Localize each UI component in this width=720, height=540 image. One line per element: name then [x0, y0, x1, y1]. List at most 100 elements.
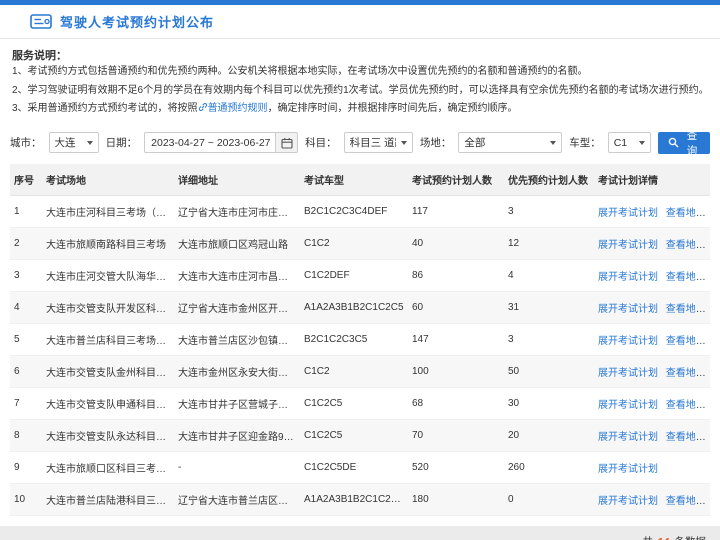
table-row: 10 大连市普兰店陆港科目三考场... 辽宁省大连市普兰店区皮口街... A1A…	[10, 483, 710, 516]
venue-cell: 大连市庄河交管大队海华科目...	[42, 259, 174, 292]
plan-count-cell: 86	[408, 259, 504, 292]
city-select[interactable]: 大连	[48, 132, 99, 153]
subject-select[interactable]: 科目三 道路	[343, 132, 413, 153]
chevron-down-icon	[638, 140, 645, 145]
col-header-car-type: 考试车型	[300, 163, 408, 196]
expand-exam-plan-link[interactable]: 展开考试计划	[598, 304, 658, 315]
priority-count-cell: 3	[504, 195, 594, 228]
plan-detail-cell: 展开考试计划 查看地图	[594, 323, 710, 356]
view-map-link[interactable]: 查看地图	[666, 336, 706, 347]
row-index: 8	[10, 419, 42, 452]
priority-count-cell: 30	[504, 387, 594, 420]
car-type-cell: A1A2A3B1B2C1C2C5	[300, 291, 408, 324]
venue-select[interactable]: 全部	[458, 132, 563, 153]
table-row: 2 大连市旅顺南路科目三考场 大连市旅顺口区鸡冠山路 C1C2 40 12 展开…	[10, 227, 710, 260]
table-row: 8 大连市交管支队永达科目三考... 大连市甘井子区迎金路99号 C1C2C5 …	[10, 419, 710, 452]
exam-plan-icon	[30, 13, 52, 30]
venue-cell: 大连市交管支队金州科目三考...	[42, 355, 174, 388]
row-index: 1	[10, 195, 42, 228]
expand-exam-plan-link[interactable]: 展开考试计划	[598, 336, 658, 347]
expand-exam-plan-link[interactable]: 展开考试计划	[598, 368, 658, 379]
priority-count-cell: 0	[504, 483, 594, 516]
calendar-button[interactable]	[276, 132, 299, 153]
col-header-no: 序号	[10, 163, 42, 196]
plan-count-cell: 68	[408, 387, 504, 420]
chevron-down-icon	[400, 140, 407, 145]
calendar-icon	[281, 137, 293, 149]
car-type-cell: C1C2C5	[300, 387, 408, 420]
expand-exam-plan-link[interactable]: 展开考试计划	[598, 464, 658, 475]
table-row: 7 大连市交管支队申通科目三考... 大连市甘井子区营城子镇营升... C1C2…	[10, 387, 710, 420]
service-notice: 服务说明： 1、考试预约方式包括普通预约和优先预约两种。公安机关将根据本地实际，…	[0, 39, 720, 124]
chevron-down-icon	[86, 140, 93, 145]
row-index: 3	[10, 259, 42, 292]
row-index: 6	[10, 355, 42, 388]
address-cell: 大连市金州区永安大街（金州...	[174, 355, 300, 388]
table-row: 5 大连市普兰店科目三考场（三... 大连市普兰店区沙包镇金海滩... B2C1…	[10, 323, 710, 356]
expand-exam-plan-link[interactable]: 展开考试计划	[598, 496, 658, 507]
plan-count-cell: 180	[408, 483, 504, 516]
view-map-link[interactable]: 查看地图	[666, 304, 706, 315]
plan-detail-cell: 展开考试计划 查看地图	[594, 483, 710, 516]
venue-cell: 大连市交管支队永达科目三考...	[42, 419, 174, 452]
expand-exam-plan-link[interactable]: 展开考试计划	[598, 400, 658, 411]
expand-exam-plan-link[interactable]: 展开考试计划	[598, 240, 658, 251]
plan-count-cell: 117	[408, 195, 504, 228]
car-type-cell: C1C2	[300, 227, 408, 260]
notice-line-1: 1、考试预约方式包括普通预约和优先预约两种。公安机关将根据本地实际，在考试场次中…	[12, 66, 588, 77]
normal-reservation-rule-link[interactable]: 普通预约规则	[208, 103, 268, 114]
table-header-row: 序号 考试场地 详细地址 考试车型 考试预约计划人数 优先预约计划人数 考试计划…	[10, 163, 710, 196]
car-type-cell: C1C2DEF	[300, 259, 408, 292]
table-row: 9 大连市旅顺口区科目三考场（... - C1C2C5DE 520 260 展开…	[10, 451, 710, 484]
plan-detail-cell: 展开考试计划 查看地图	[594, 259, 710, 292]
address-cell: 大连市普兰店区沙包镇金海滩...	[174, 323, 300, 356]
priority-count-cell: 12	[504, 227, 594, 260]
app-header: 驾驶人考试预约计划公布	[0, 5, 720, 39]
view-map-link[interactable]: 查看地图	[666, 208, 706, 219]
venue-cell: 大连市普兰店陆港科目三考场...	[42, 483, 174, 516]
date-range-input[interactable]: 2023-04-27 ~ 2023-06-27	[144, 132, 277, 153]
notice-title: 服务说明：	[12, 50, 67, 62]
row-index: 10	[10, 483, 42, 516]
plan-count-cell: 100	[408, 355, 504, 388]
address-cell: 辽宁省大连市庄河市庄打路38号	[174, 195, 300, 228]
plan-count-cell: 60	[408, 291, 504, 324]
view-map-link[interactable]: 查看地图	[666, 368, 706, 379]
car-type-select[interactable]: C1	[607, 132, 651, 153]
plan-detail-cell: 展开考试计划 查看地图	[594, 227, 710, 260]
view-map-link[interactable]: 查看地图	[666, 240, 706, 251]
plan-detail-cell: 展开考试计划 查看地图	[594, 355, 710, 388]
col-header-plan-detail: 考试计划详情	[594, 163, 710, 196]
view-map-link[interactable]: 查看地图	[666, 400, 706, 411]
table-row: 6 大连市交管支队金州科目三考... 大连市金州区永安大街（金州... C1C2…	[10, 355, 710, 388]
car-type-cell: A1A2A3B1B2C1C2C...	[300, 483, 408, 516]
notice-line-3: 3、采用普通预约方式预约考试的，将按照 普通预约规则，确定排序时间，并根据排序时间…	[12, 100, 708, 120]
venue-cell: 大连市旅顺南路科目三考场	[42, 227, 174, 260]
plan-detail-cell: 展开考试计划 查看地图	[594, 387, 710, 420]
table-row: 4 大连市交管支队开发区科目三... 辽宁省大连市金州区开发区双D... A1A…	[10, 291, 710, 324]
venue-cell: 大连市旅顺口区科目三考场（...	[42, 451, 174, 484]
car-type-cell: B2C1C2C3C4DEF	[300, 195, 408, 228]
address-cell: 大连市大连市庄河市昌盛街道...	[174, 259, 300, 292]
expand-exam-plan-link[interactable]: 展开考试计划	[598, 208, 658, 219]
priority-count-cell: 31	[504, 291, 594, 324]
plan-detail-cell: 展开考试计划 查看地图	[594, 291, 710, 324]
plan-count-cell: 40	[408, 227, 504, 260]
search-button[interactable]: 查询	[657, 130, 710, 157]
total-count: 14	[656, 536, 672, 540]
view-map-link[interactable]: 查看地图	[666, 496, 706, 507]
car-type-cell: B2C1C2C3C5	[300, 323, 408, 356]
row-index: 9	[10, 451, 42, 484]
car-type-cell: C1C2C5	[300, 419, 408, 452]
col-header-venue: 考试场地	[42, 163, 174, 196]
view-map-link[interactable]: 查看地图	[666, 272, 706, 283]
plan-detail-cell: 展开考试计划 查看地图	[594, 419, 710, 452]
total-count-bar: 共 14 条数据	[0, 525, 720, 540]
expand-exam-plan-link[interactable]: 展开考试计划	[598, 432, 658, 443]
view-map-link[interactable]: 查看地图	[666, 432, 706, 443]
table-row: 3 大连市庄河交管大队海华科目... 大连市大连市庄河市昌盛街道... C1C2…	[10, 259, 710, 292]
rule-link-icon	[198, 101, 208, 120]
chevron-down-icon	[550, 140, 557, 145]
expand-exam-plan-link[interactable]: 展开考试计划	[598, 272, 658, 283]
filter-bar: 城市： 大连 日期： 2023-04-27 ~ 2023-06-27 科目： 科…	[0, 124, 720, 162]
